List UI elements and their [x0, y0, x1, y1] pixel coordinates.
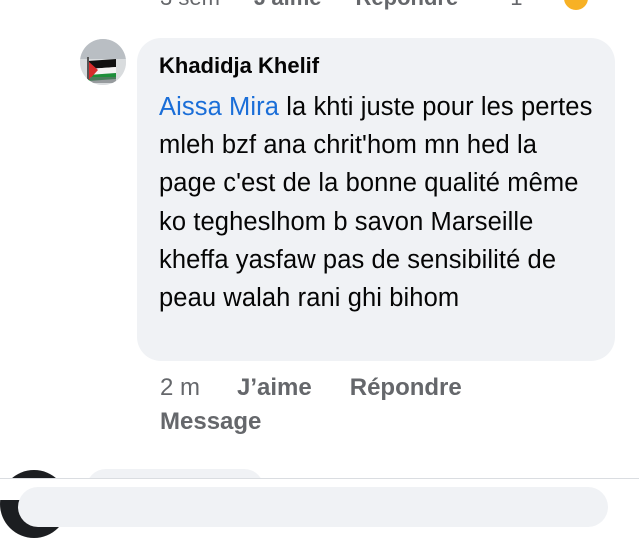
comment-actions: 2 m J’aime Répondre	[160, 372, 462, 404]
haha-reaction-icon	[562, 0, 591, 12]
comment-bubble: Khadidja Khelif Aissa Mira la khti juste…	[137, 38, 615, 361]
comment-text: Aissa Mira la khti juste pour les pertes…	[159, 88, 599, 317]
comment-input[interactable]	[18, 487, 608, 527]
mention-link[interactable]: Aissa Mira	[159, 93, 279, 121]
like-button[interactable]: J’aime	[237, 374, 312, 402]
previous-comment-actions: 3 sem J'aime Répondre 1	[160, 0, 591, 12]
comment-composer	[0, 479, 639, 527]
avatar[interactable]	[80, 39, 126, 85]
previous-reply-button[interactable]: Répondre	[356, 0, 459, 11]
reply-button[interactable]: Répondre	[350, 374, 462, 402]
comment-time[interactable]: 2 m	[160, 374, 200, 402]
previous-comment-time: 3 sem	[160, 0, 220, 11]
comment-body: la khti juste pour les pertes mleh bzf a…	[159, 93, 593, 313]
profile-avatar-flag-icon	[80, 39, 126, 85]
previous-like-button[interactable]: J'aime	[254, 0, 322, 11]
message-button[interactable]: Message	[160, 408, 261, 436]
previous-reaction-count[interactable]: 1	[510, 0, 522, 11]
comment-author[interactable]: Khadidja Khelif	[159, 53, 319, 79]
